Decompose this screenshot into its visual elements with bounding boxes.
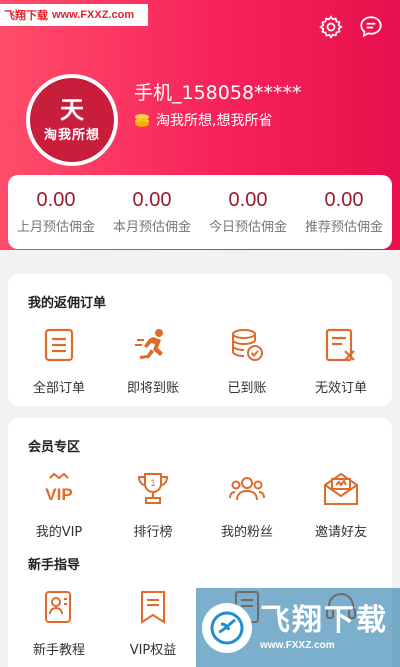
grid-label: 全部订单 xyxy=(32,381,85,396)
runner-icon xyxy=(135,329,163,359)
vip-icon: VIP xyxy=(45,472,73,504)
coin-stack-icon xyxy=(135,114,149,127)
pending-orders-button[interactable]: 即将到账 xyxy=(107,325,199,396)
watermark-big-text: 飞翔下载 xyxy=(260,603,388,638)
logo-character: 天 xyxy=(60,94,84,124)
slogan: 淘我所想,想我所省 xyxy=(156,113,273,129)
slogan-row: 淘我所想,想我所省 xyxy=(134,110,272,130)
bookmark-icon xyxy=(141,591,165,624)
avatar[interactable]: 天 淘我所想 xyxy=(26,74,118,166)
grid-label: 新手教程 xyxy=(32,643,85,658)
list-icon xyxy=(44,328,74,362)
invalid-orders-button[interactable]: 无效订单 xyxy=(295,325,387,396)
invite-friends-button[interactable]: 邀请好友 xyxy=(295,469,387,540)
logo-text: 淘我所想 xyxy=(43,127,100,143)
leaderboard-button[interactable]: 1 排行榜 xyxy=(107,469,199,540)
stat-value: 0.00 xyxy=(132,189,172,211)
commission-stats: 0.00 上月预估佣金 0.00 本月预估佣金 0.00 今日预估佣金 0.00… xyxy=(8,175,392,249)
section-title-members: 会员专区 xyxy=(28,440,81,455)
grid-label: 即将到账 xyxy=(126,381,179,396)
stat-label: 推荐预估佣金 xyxy=(304,220,383,235)
settings-button[interactable] xyxy=(316,12,346,42)
my-vip-button[interactable]: VIP 我的VIP xyxy=(13,469,105,540)
orders-card: 我的返佣订单 全部订单 即将到账 已到账 无效订单 xyxy=(8,274,392,406)
watermark-url: www.FXXZ.com xyxy=(52,9,135,21)
grid-label: 我的粉丝 xyxy=(220,525,273,540)
stat-value: 0.00 xyxy=(324,189,364,211)
watermark-logo xyxy=(202,602,252,653)
grid-label: 我的VIP xyxy=(35,525,83,540)
messages-button[interactable] xyxy=(356,12,386,42)
svg-text:VIP: VIP xyxy=(45,485,72,504)
stat-label: 今日预估佣金 xyxy=(208,220,287,235)
trophy-icon: 1 xyxy=(137,473,169,504)
brand-logo: 天 淘我所想 xyxy=(30,78,114,162)
stat-value: 0.00 xyxy=(36,189,76,211)
username[interactable]: 手机_158058***** xyxy=(134,78,302,105)
header-actions xyxy=(316,12,386,42)
stat-last-month[interactable]: 0.00 上月预估佣金 xyxy=(10,189,102,235)
invalid-doc-icon xyxy=(325,328,355,362)
grid-label: 已到账 xyxy=(227,381,267,396)
watermark-top-left: 飞翔下载 www.FXXZ.com xyxy=(0,4,148,26)
stat-value: 0.00 xyxy=(228,189,268,211)
tutorial-icon xyxy=(45,591,71,623)
bird-logo-icon xyxy=(210,611,244,644)
section-title-orders: 我的返佣订单 xyxy=(28,296,107,311)
grid-label: 排行榜 xyxy=(133,525,173,540)
stat-label: 本月预估佣金 xyxy=(112,220,191,235)
credited-orders-button[interactable]: 已到账 xyxy=(201,325,293,396)
vip-benefits-button[interactable]: VIP权益 xyxy=(107,587,199,658)
chat-bubble-icon xyxy=(360,16,382,38)
stat-label: 上月预估佣金 xyxy=(16,220,95,235)
stat-this-month[interactable]: 0.00 本月预估佣金 xyxy=(106,189,198,235)
grid-label: 无效订单 xyxy=(314,381,367,396)
stat-referral[interactable]: 0.00 推荐预估佣金 xyxy=(298,189,390,235)
fans-icon xyxy=(229,477,265,501)
section-title-guide: 新手指导 xyxy=(28,558,81,573)
grid-label: VIP权益 xyxy=(129,643,177,658)
watermark-bottom-right: 飞翔下载 www.FXXZ.com xyxy=(196,588,400,667)
grid-label: 邀请好友 xyxy=(314,525,367,540)
tutorial-button[interactable]: 新手教程 xyxy=(13,587,105,658)
my-fans-button[interactable]: 我的粉丝 xyxy=(201,469,293,540)
gear-icon xyxy=(319,15,343,39)
invite-envelope-icon xyxy=(324,472,358,505)
all-orders-button[interactable]: 全部订单 xyxy=(13,325,105,396)
coins-check-icon xyxy=(232,329,263,361)
watermark-small-url: www.FXXZ.com xyxy=(260,640,335,651)
watermark-brand: 飞翔下载 xyxy=(4,10,48,22)
stat-today[interactable]: 0.00 今日预估佣金 xyxy=(202,189,294,235)
svg-text:1: 1 xyxy=(150,478,155,488)
